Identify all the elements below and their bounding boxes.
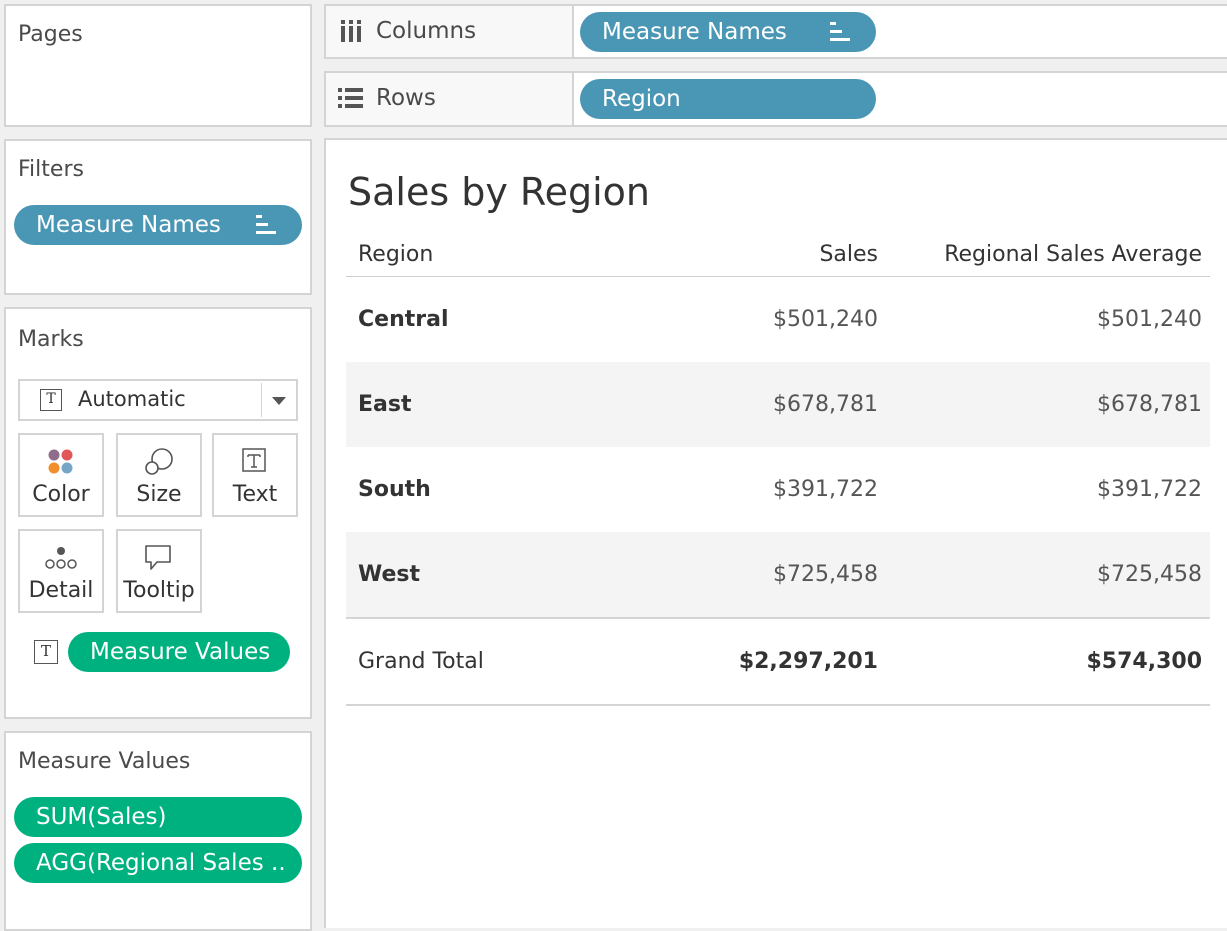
table-row: Central $501,240 $501,240	[346, 277, 1210, 363]
grand-total-avg[interactable]: $574,300	[886, 617, 1210, 706]
filter-pill-label: Measure Names	[36, 212, 221, 238]
color-card[interactable]: Color	[18, 433, 104, 517]
columns-shelf: Columns Measure Names	[324, 4, 1227, 59]
mark-type-label: Automatic	[78, 387, 186, 411]
rows-label: Rows	[376, 85, 436, 111]
row-region[interactable]: Central	[346, 277, 626, 363]
filters-title: Filters	[18, 157, 84, 182]
sort-icon	[830, 22, 852, 42]
marks-measure-values-pill[interactable]: Measure Values	[68, 632, 290, 672]
mark-type-select[interactable]: T Automatic	[18, 379, 298, 421]
marks-title: Marks	[18, 327, 84, 352]
worksheet-view: Sales by Region Region Sales Regional Sa…	[324, 138, 1227, 928]
size-label: Size	[136, 482, 182, 507]
rows-shelf-label: Rows	[326, 73, 574, 125]
detail-icon	[45, 547, 77, 569]
table-row: West $725,458 $725,458	[346, 532, 1210, 618]
grand-total-sales[interactable]: $2,297,201	[626, 617, 886, 706]
text-mark-icon: T	[40, 389, 62, 411]
filters-panel: Filters Measure Names	[4, 139, 312, 295]
table-row: East $678,781 $678,781	[346, 362, 1210, 447]
header-region[interactable]: Region	[346, 232, 626, 277]
tooltip-icon	[145, 545, 171, 570]
tooltip-card[interactable]: Tooltip	[116, 529, 202, 613]
row-avg[interactable]: $725,458	[886, 532, 1210, 618]
pages-title: Pages	[18, 22, 83, 47]
text-icon	[242, 448, 266, 472]
text-label: Text	[232, 482, 278, 507]
header-row: Region Sales Regional Sales Average	[346, 232, 1210, 277]
columns-pill-measure-names[interactable]: Measure Names	[580, 12, 876, 52]
measure-pill-label: SUM(Sales)	[36, 804, 167, 830]
measure-pill-agg-regional[interactable]: AGG(Regional Sales ..	[14, 843, 302, 883]
row-region[interactable]: South	[346, 447, 626, 532]
measure-values-panel: Measure Values SUM(Sales) AGG(Regional S…	[4, 731, 312, 931]
tooltip-label: Tooltip	[123, 578, 195, 603]
row-avg[interactable]: $391,722	[886, 447, 1210, 532]
row-region[interactable]: East	[346, 362, 626, 447]
measure-pill-sum-sales[interactable]: SUM(Sales)	[14, 797, 302, 837]
row-sales[interactable]: $391,722	[626, 447, 886, 532]
grand-total-row: Grand Total $2,297,201 $574,300	[346, 617, 1210, 706]
size-icon	[145, 448, 173, 475]
row-avg[interactable]: $501,240	[886, 277, 1210, 363]
pages-panel: Pages	[4, 4, 312, 127]
row-region[interactable]: West	[346, 532, 626, 618]
row-sales[interactable]: $501,240	[626, 277, 886, 363]
color-label: Color	[32, 482, 90, 507]
chevron-down-icon	[272, 397, 286, 405]
rows-pill-region[interactable]: Region	[580, 79, 876, 119]
detail-card[interactable]: Detail	[18, 529, 104, 613]
measure-values-title: Measure Values	[18, 749, 191, 774]
text-field-icon: T	[34, 640, 58, 664]
marks-measure-values-label: Measure Values	[90, 639, 271, 665]
row-sales[interactable]: $725,458	[626, 532, 886, 618]
grand-total-label[interactable]: Grand Total	[346, 617, 626, 706]
detail-label: Detail	[28, 578, 94, 603]
size-card[interactable]: Size	[116, 433, 202, 517]
filter-pill-measure-names[interactable]: Measure Names	[14, 205, 302, 245]
measure-pill-label: AGG(Regional Sales ..	[36, 850, 286, 876]
sort-icon	[256, 215, 278, 235]
table-row: South $391,722 $391,722	[346, 447, 1210, 532]
color-icon	[48, 449, 73, 474]
columns-pill-label: Measure Names	[602, 19, 787, 45]
sheet-title: Sales by Region	[348, 170, 650, 214]
dropdown-divider	[261, 383, 262, 417]
header-sales[interactable]: Sales	[626, 232, 886, 277]
row-sales[interactable]: $678,781	[626, 362, 886, 447]
crosstab-table: Region Sales Regional Sales Average Cent…	[346, 232, 1210, 706]
rows-icon	[338, 88, 363, 108]
header-regional-avg[interactable]: Regional Sales Average	[886, 232, 1210, 277]
rows-shelf: Rows Region	[324, 71, 1227, 127]
text-card[interactable]: Text	[212, 433, 298, 517]
columns-shelf-label: Columns	[326, 6, 574, 57]
rows-pill-label: Region	[602, 86, 681, 112]
columns-icon	[341, 20, 361, 42]
row-avg[interactable]: $678,781	[886, 362, 1210, 447]
marks-panel: Marks T Automatic Color Size Text Detail…	[4, 307, 312, 719]
columns-label: Columns	[376, 18, 477, 44]
